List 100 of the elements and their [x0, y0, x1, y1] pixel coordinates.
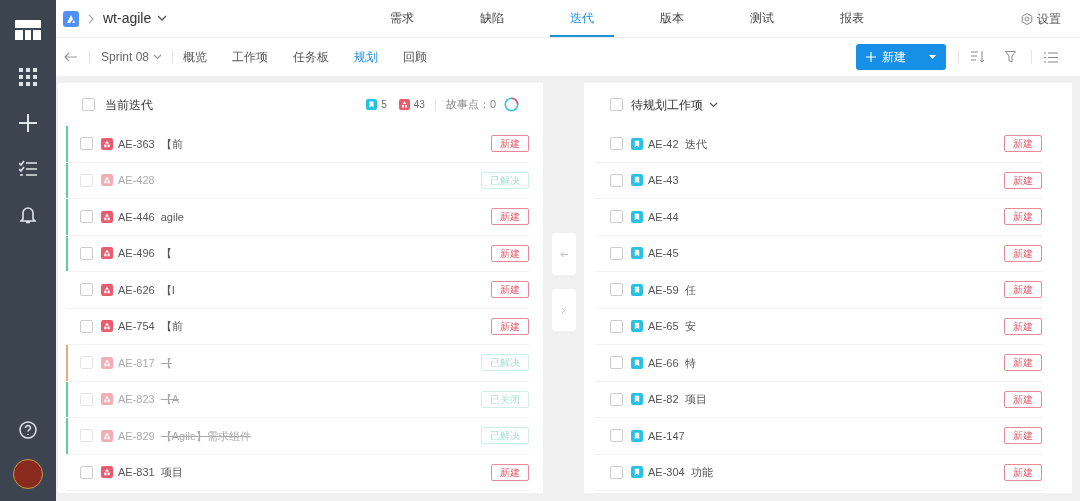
- sub-tab[interactable]: 规划: [354, 48, 379, 66]
- item-title: 【前: [160, 319, 183, 334]
- backlog-dropdown[interactable]: 待规划工作项: [631, 95, 703, 114]
- nav-tab[interactable]: 测试: [730, 0, 795, 37]
- story-icon: [366, 99, 378, 110]
- checklist-icon[interactable]: [19, 160, 37, 178]
- plus-icon[interactable]: [19, 114, 37, 132]
- list-view-icon[interactable]: [1044, 51, 1058, 63]
- story-icon: [631, 466, 643, 479]
- item-title: 【A: [160, 392, 180, 407]
- chevron-down-icon: [153, 54, 163, 60]
- logo-icon[interactable]: [15, 20, 41, 40]
- notification-icon[interactable]: [20, 206, 36, 224]
- project-name[interactable]: wt-agile: [103, 8, 152, 29]
- sub-tab[interactable]: 任务板: [293, 48, 330, 66]
- bug-icon: [101, 283, 113, 296]
- back-icon[interactable]: [64, 52, 78, 62]
- checkbox[interactable]: [80, 283, 93, 297]
- caret-icon: [929, 55, 936, 59]
- checkbox[interactable]: [80, 319, 93, 333]
- bug-icon: [101, 393, 113, 406]
- status-tag: 新建: [1004, 244, 1042, 262]
- story-icon: [631, 283, 643, 296]
- checkbox[interactable]: [610, 173, 623, 187]
- apps-icon[interactable]: [19, 68, 37, 86]
- move-left-button[interactable]: [551, 233, 576, 275]
- sub-tab[interactable]: 工作项: [232, 48, 269, 66]
- checkbox[interactable]: [610, 465, 623, 479]
- filter-icon[interactable]: [1005, 51, 1019, 63]
- checkbox[interactable]: [610, 137, 623, 151]
- avatar[interactable]: [13, 459, 43, 489]
- nav-tab[interactable]: 版本: [640, 0, 705, 37]
- item-id: AE-831: [118, 465, 155, 480]
- panel-title: 当前迭代: [105, 96, 153, 114]
- bug-icon: [101, 356, 113, 369]
- checkbox[interactable]: [610, 283, 623, 297]
- item-id: AE-43: [648, 173, 679, 188]
- arrow-left-icon: [559, 250, 568, 258]
- checkbox[interactable]: [610, 210, 623, 224]
- help-icon[interactable]: [19, 421, 37, 439]
- item-title: 任: [684, 282, 696, 298]
- status-tag: 新建: [1004, 427, 1042, 445]
- plus-icon: [866, 52, 876, 62]
- status-tag: 新建: [1004, 135, 1042, 153]
- bug-icon: [101, 247, 113, 260]
- bug-icon: [101, 466, 113, 479]
- story-points: 故事点：0: [445, 97, 496, 113]
- chevron-down-icon[interactable]: [157, 15, 168, 22]
- nav-tab[interactable]: 需求: [370, 0, 435, 37]
- story-icon: [631, 247, 643, 260]
- item-id: AE-428: [118, 173, 155, 188]
- bug-icon: [101, 174, 113, 187]
- item-title: 项目: [684, 392, 707, 407]
- checkbox[interactable]: [610, 356, 623, 370]
- story-icon: [631, 393, 643, 406]
- checkbox[interactable]: [610, 246, 623, 260]
- sub-tab[interactable]: 概览: [183, 48, 208, 66]
- settings-link[interactable]: 设置: [1037, 9, 1061, 28]
- item-title: 【: [160, 246, 172, 261]
- settings-icon[interactable]: [1021, 12, 1033, 25]
- story-icon: [631, 356, 643, 369]
- progress-ring-icon: [504, 97, 519, 112]
- checkbox[interactable]: [610, 429, 623, 443]
- checkbox[interactable]: [80, 210, 93, 224]
- checkbox[interactable]: [80, 137, 93, 151]
- status-tag: 新建: [1004, 463, 1042, 481]
- checkbox[interactable]: [80, 246, 93, 260]
- item-id: AE-304: [648, 465, 685, 480]
- sprint-dropdown[interactable]: Sprint 08: [101, 48, 163, 66]
- chevron-down-icon[interactable]: [709, 101, 718, 108]
- chevron-right-icon: [87, 13, 95, 24]
- item-title: 【Agile】需求组件: [160, 428, 252, 444]
- move-right-button[interactable]: [551, 289, 576, 331]
- sort-icon[interactable]: [971, 51, 985, 63]
- item-id: AE-66: [648, 355, 679, 371]
- sub-tab[interactable]: 回顾: [403, 48, 428, 66]
- status-tag: 新建: [1004, 208, 1042, 226]
- item-id: AE-817: [118, 355, 155, 371]
- checkbox[interactable]: [80, 465, 93, 479]
- story-icon: [631, 320, 643, 333]
- bug-icon: [101, 429, 113, 442]
- item-id: AE-147: [648, 428, 685, 444]
- bug-icon: [101, 210, 113, 223]
- item-id: AE-823: [118, 392, 155, 407]
- status-tag: 已解决: [481, 354, 529, 372]
- item-id: AE-626: [118, 282, 155, 298]
- item-id: AE-44: [648, 209, 679, 225]
- status-tag: 新建: [491, 317, 529, 335]
- chevron-right-icon: [561, 306, 566, 314]
- item-title: 【: [160, 355, 172, 371]
- nav-tab[interactable]: 缺陷: [460, 0, 525, 37]
- bug-icon: [101, 320, 113, 333]
- story-icon: [631, 429, 643, 442]
- item-id: AE-59: [648, 282, 679, 298]
- checkbox[interactable]: [610, 98, 623, 111]
- checkbox[interactable]: [610, 392, 623, 406]
- nav-tab[interactable]: 报表: [820, 0, 885, 37]
- item-title: 项目: [160, 465, 183, 480]
- checkbox[interactable]: [610, 319, 623, 333]
- checkbox[interactable]: [82, 98, 95, 111]
